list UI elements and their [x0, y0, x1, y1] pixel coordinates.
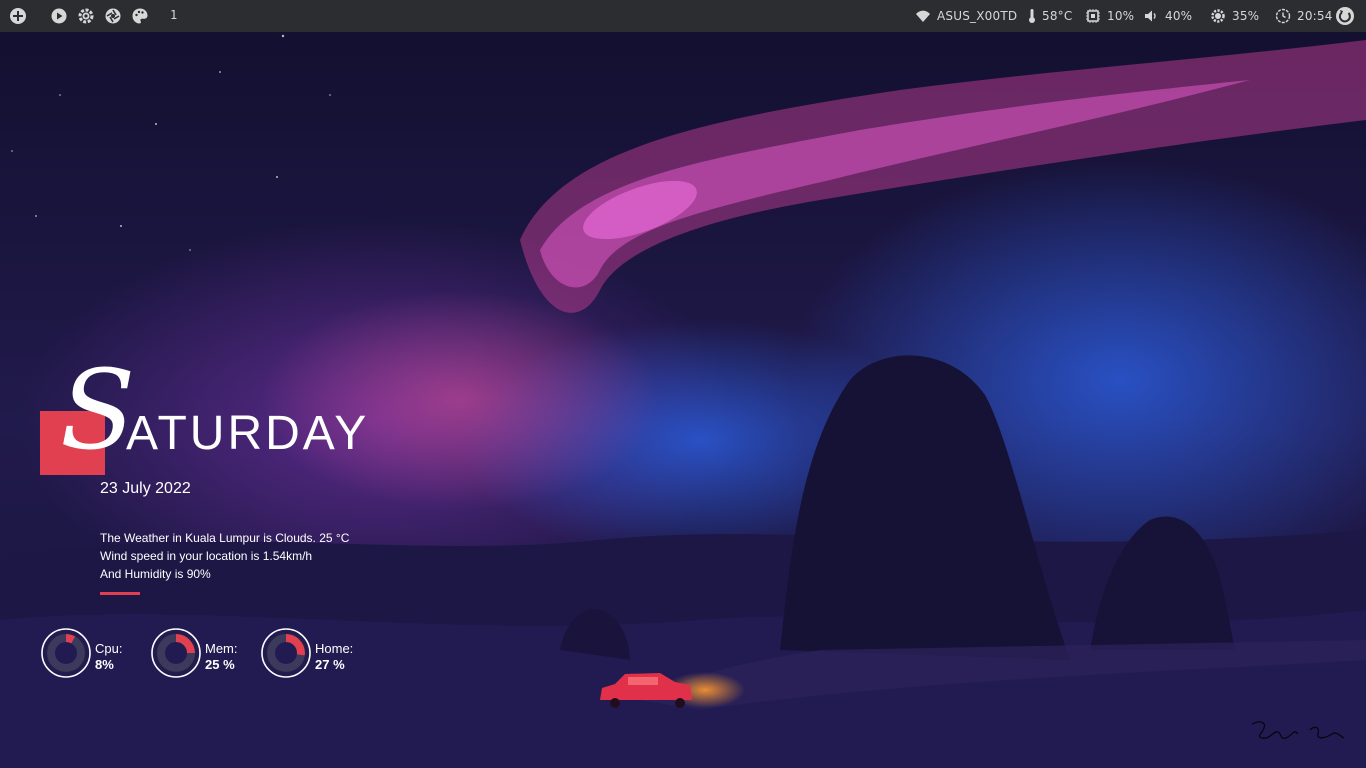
home-gauge-label: Home:	[315, 641, 354, 656]
cpu-gauge-label: Cpu:	[95, 641, 123, 656]
brightness-icon	[1210, 8, 1226, 24]
add-icon[interactable]	[9, 7, 27, 25]
mem-gauge-value: 25 %	[205, 657, 235, 672]
mem-ring	[151, 628, 201, 678]
temperature-value: 58°C	[1042, 9, 1073, 23]
workspace-indicator[interactable]: 1	[170, 8, 177, 22]
power-icon[interactable]	[1335, 6, 1355, 26]
volume-icon	[1143, 8, 1159, 24]
volume-status[interactable]: 40%	[1143, 0, 1192, 32]
thermometer-icon	[1027, 8, 1037, 24]
artist-signature	[1248, 716, 1348, 750]
aperture-icon[interactable]	[104, 7, 122, 25]
cpu-value: 10%	[1107, 9, 1135, 23]
brightness-value: 35%	[1232, 9, 1260, 23]
cpu-gauge-value: 8%	[95, 657, 114, 672]
home-gauge-value: 27 %	[315, 657, 345, 672]
day-initial: S	[60, 346, 136, 474]
cpu-status[interactable]: 10%	[1085, 0, 1134, 32]
palette-icon[interactable]	[131, 7, 149, 25]
clock-icon	[1275, 8, 1291, 24]
volume-value: 40%	[1165, 9, 1193, 23]
cpu-gauge: Cpu: 8%	[40, 627, 160, 679]
date-text: 23 July 2022	[100, 480, 191, 497]
top-panel: 1 ASUS_X00TD 58°C 10% 40% 35% 20:54	[0, 0, 1366, 32]
weather-info: The Weather in Kuala Lumpur is Clouds. 2…	[100, 529, 349, 583]
wifi-icon	[915, 8, 931, 24]
day-name: ATURDAY	[126, 407, 370, 460]
cpu-icon	[1085, 8, 1101, 24]
wifi-status[interactable]: ASUS_X00TD	[915, 0, 1017, 32]
temperature-status[interactable]: 58°C	[1027, 0, 1072, 32]
home-gauge: Home: 27 %	[260, 627, 380, 679]
weather-line-3: And Humidity is 90%	[100, 567, 211, 581]
mem-gauge-label: Mem:	[205, 641, 238, 656]
home-ring	[261, 628, 311, 678]
cpu-ring	[41, 628, 91, 678]
weather-line-1: The Weather in Kuala Lumpur is Clouds. 2…	[100, 531, 350, 545]
gauge-track	[47, 634, 85, 672]
wifi-name: ASUS_X00TD	[937, 9, 1018, 23]
gear-icon[interactable]	[77, 7, 95, 25]
weather-line-2: Wind speed in your location is 1.54km/h	[100, 549, 313, 563]
clock-status[interactable]: 20:54	[1275, 0, 1333, 32]
brightness-status[interactable]: 35%	[1210, 0, 1259, 32]
mem-gauge: Mem: 25 %	[150, 627, 270, 679]
play-icon[interactable]	[50, 7, 68, 25]
accent-divider	[100, 592, 140, 595]
clock-value: 20:54	[1297, 9, 1333, 23]
